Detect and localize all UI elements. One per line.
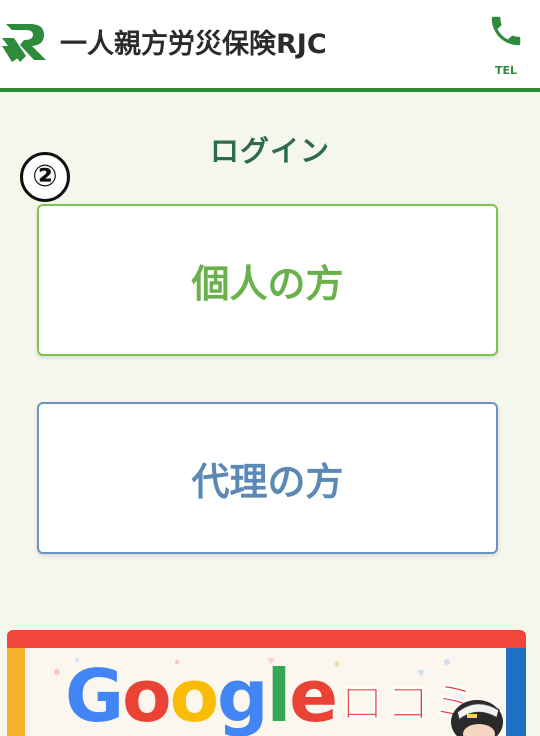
person-illustration (451, 700, 503, 736)
agent-login-button[interactable]: 代理の方 (37, 402, 498, 554)
tel-button[interactable]: TEL (486, 12, 526, 78)
google-reviews-banner[interactable]: Google ロコミ (7, 630, 526, 736)
google-letter: o (169, 654, 219, 736)
site-header: 一人親方労災保険RJC TEL (0, 0, 540, 92)
logo-text: 一人親方労災保険RJC (60, 28, 327, 60)
google-wordmark: Google (65, 654, 338, 736)
google-letter: l (266, 654, 292, 736)
google-letter: G (65, 654, 124, 736)
google-letter: o (122, 654, 171, 736)
phone-icon (491, 16, 521, 46)
google-letter: g (217, 654, 269, 736)
rjc-logo-icon (2, 24, 46, 62)
banner-left-stripe (7, 648, 25, 736)
banner-top-bar (7, 630, 526, 648)
google-letter: e (289, 654, 338, 736)
site-logo[interactable]: 一人親方労災保険RJC (0, 18, 327, 64)
individual-login-button[interactable]: 個人の方 (37, 204, 498, 356)
tel-label: TEL (494, 64, 518, 77)
step-marker: ② (20, 152, 70, 202)
page-title: ログイン (209, 134, 330, 168)
banner-right-stripe (506, 648, 526, 736)
